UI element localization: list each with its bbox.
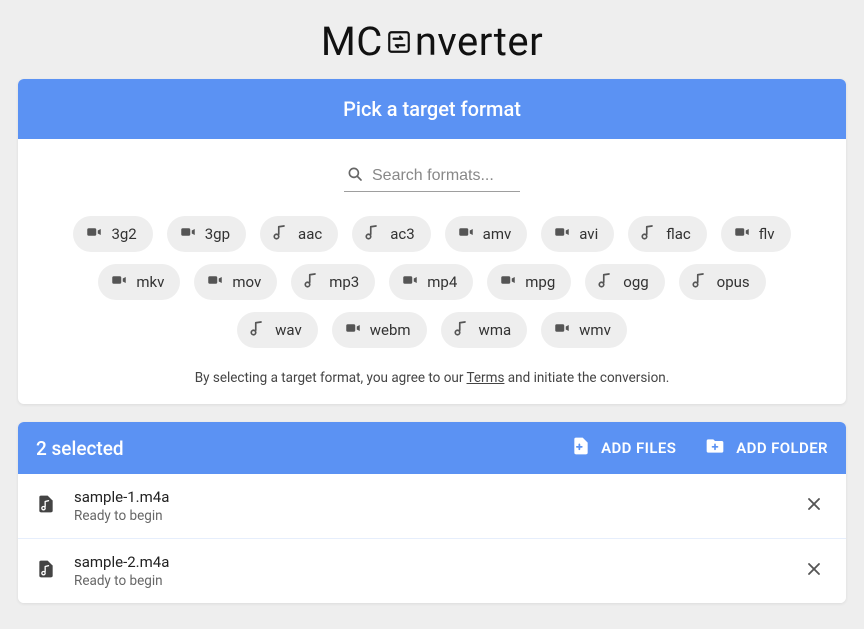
search-input[interactable]: [372, 167, 518, 185]
format-chip-label: mpg: [525, 273, 555, 291]
format-chip-label: avi: [579, 225, 598, 243]
format-chip-avi[interactable]: avi: [541, 216, 614, 252]
format-chip-label: mp3: [329, 273, 359, 291]
file-icon: [36, 493, 56, 519]
format-chip-mpg[interactable]: mpg: [487, 264, 571, 300]
format-chip-label: mov: [232, 273, 261, 291]
format-chip-mkv[interactable]: mkv: [98, 264, 180, 300]
format-chip-label: ac3: [390, 225, 414, 243]
format-picker-title: Pick a target format: [18, 79, 846, 139]
video-icon: [733, 223, 751, 245]
format-chip-label: aac: [298, 225, 322, 243]
add-file-icon: [571, 436, 591, 460]
format-chip-wmv[interactable]: wmv: [541, 312, 627, 348]
format-chip-label: wav: [275, 321, 302, 339]
video-icon: [553, 223, 571, 245]
add-folder-label: ADD FOLDER: [736, 439, 828, 457]
logo-text-pre: MC: [321, 18, 383, 65]
music-icon: [249, 319, 267, 341]
format-chip-opus[interactable]: opus: [679, 264, 766, 300]
add-files-label: ADD FILES: [601, 439, 676, 457]
format-chip-label: flac: [666, 225, 691, 243]
music-icon: [303, 271, 321, 293]
file-list: sample-1.m4a Ready to begin sample-2.m4a Re…: [18, 474, 846, 603]
format-chip-ogg[interactable]: ogg: [585, 264, 664, 300]
add-folder-icon: [704, 436, 726, 460]
format-chip-label: flv: [759, 225, 775, 243]
close-icon: [804, 499, 824, 518]
file-status: Ready to begin: [74, 508, 800, 524]
format-chip-mov[interactable]: mov: [194, 264, 277, 300]
file-status: Ready to begin: [74, 573, 800, 589]
terms-link[interactable]: Terms: [467, 370, 505, 386]
add-folder-button[interactable]: ADD FOLDER: [704, 436, 828, 460]
terms-post: and initiate the conversion.: [504, 370, 669, 386]
format-chip-3gp[interactable]: 3gp: [167, 216, 246, 252]
video-icon: [401, 271, 419, 293]
format-chip-wma[interactable]: wma: [441, 312, 528, 348]
music-icon: [364, 223, 382, 245]
format-chip-label: mkv: [136, 273, 164, 291]
video-icon: [457, 223, 475, 245]
format-chip-mp3[interactable]: mp3: [291, 264, 375, 300]
music-icon: [272, 223, 290, 245]
format-chip-amv[interactable]: amv: [445, 216, 528, 252]
video-icon: [110, 271, 128, 293]
file-text: sample-1.m4a Ready to begin: [74, 488, 800, 524]
format-chip-label: 3g2: [111, 225, 136, 243]
file-icon: [36, 558, 56, 584]
format-chip-webm[interactable]: webm: [332, 312, 427, 348]
logo-text-post: nverter: [415, 18, 543, 65]
format-chip-list: 3g2 3gp aac ac3 amv avi flac flv mkv mov mp3 mp4 mpg…: [18, 202, 846, 360]
files-card: 2 selected ADD FILES ADD FOLDER sample-1…: [18, 422, 846, 603]
files-header: 2 selected ADD FILES ADD FOLDER: [18, 422, 846, 474]
format-chip-label: wmv: [579, 321, 611, 339]
file-row: sample-1.m4a Ready to begin: [18, 474, 846, 539]
close-icon: [804, 564, 824, 583]
terms-pre: By selecting a target format, you agree …: [195, 370, 467, 386]
video-icon: [206, 271, 224, 293]
format-chip-wav[interactable]: wav: [237, 312, 318, 348]
app-logo: MC nverter: [0, 0, 864, 79]
format-chip-label: amv: [483, 225, 512, 243]
remove-file-button[interactable]: [800, 490, 828, 522]
file-name: sample-2.m4a: [74, 553, 800, 571]
terms-note: By selecting a target format, you agree …: [18, 360, 846, 404]
format-chip-label: webm: [370, 321, 411, 339]
format-chip-label: 3gp: [205, 225, 230, 243]
format-chip-label: wma: [479, 321, 512, 339]
format-chip-label: mp4: [427, 273, 457, 291]
file-name: sample-1.m4a: [74, 488, 800, 506]
format-chip-label: opus: [717, 273, 750, 291]
format-chip-label: ogg: [623, 273, 648, 291]
music-icon: [691, 271, 709, 293]
video-icon: [553, 319, 571, 341]
music-icon: [597, 271, 615, 293]
file-row: sample-2.m4a Ready to begin: [18, 539, 846, 603]
video-icon: [344, 319, 362, 341]
format-chip-3g2[interactable]: 3g2: [73, 216, 152, 252]
video-icon: [499, 271, 517, 293]
music-icon: [453, 319, 471, 341]
video-icon: [85, 223, 103, 245]
format-chip-flv[interactable]: flv: [721, 216, 791, 252]
format-chip-aac[interactable]: aac: [260, 216, 338, 252]
files-selected-count: 2 selected: [36, 437, 543, 460]
swap-icon: [385, 29, 413, 55]
search-input-wrap[interactable]: [344, 161, 520, 192]
format-picker-card: Pick a target format 3g2 3gp aac ac3 amv avi f…: [18, 79, 846, 404]
format-chip-mp4[interactable]: mp4: [389, 264, 473, 300]
search-icon: [346, 165, 364, 187]
format-chip-ac3[interactable]: ac3: [352, 216, 430, 252]
format-chip-flac[interactable]: flac: [628, 216, 707, 252]
file-text: sample-2.m4a Ready to begin: [74, 553, 800, 589]
add-files-button[interactable]: ADD FILES: [571, 436, 676, 460]
remove-file-button[interactable]: [800, 555, 828, 587]
video-icon: [179, 223, 197, 245]
music-icon: [640, 223, 658, 245]
